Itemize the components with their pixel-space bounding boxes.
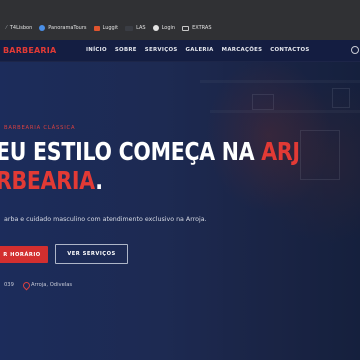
book-appointment-button[interactable]: R HORÁRIO [0, 246, 48, 263]
nav-item-contactos[interactable]: CONTACTOS [270, 47, 309, 53]
bookmark-t4lisbon[interactable]: ⁄ T4Lisbon [6, 25, 32, 31]
hero-title-highlight: ARJ [261, 137, 300, 166]
slash-icon: ⁄ [6, 25, 7, 31]
nav-item-sobre[interactable]: SOBRE [115, 47, 137, 53]
background-frame [300, 130, 340, 180]
view-services-button[interactable]: VER SERVIÇOS [55, 244, 128, 264]
hero-eyebrow: BARBEARIA CLÁSSICA [4, 125, 76, 131]
nav-item-inicio[interactable]: INÍCIO [86, 47, 107, 53]
bookmark-login[interactable]: Login [152, 25, 175, 31]
nav-item-servicos[interactable]: SERVIÇOS [145, 47, 178, 53]
hero-title-dot: . [95, 166, 103, 195]
hero-title-line1: EU ESTILO COMEÇA NA [0, 137, 262, 166]
hero-title: EU ESTILO COMEÇA NA ARJ RBEARIA. [0, 137, 300, 195]
folder-icon [182, 25, 190, 31]
background-shelf [210, 110, 360, 113]
hero-section: BARBEARIA INÍCIO SOBRE SERVIÇOS GALERIA … [0, 40, 360, 360]
bookmark-luggit[interactable]: Luggit [93, 25, 118, 31]
site-logo[interactable]: BARBEARIA [3, 46, 56, 55]
background-frame [332, 88, 350, 108]
bookmark-panoramatours[interactable]: PanoramaTours [39, 25, 87, 31]
hero-meta-location: Arroja, Odivelas [23, 282, 72, 288]
nav-item-marcacoes[interactable]: MARCAÇÕES [222, 47, 263, 53]
bookmark-extras[interactable]: EXTRAS [182, 25, 212, 31]
globe-icon[interactable] [351, 46, 359, 54]
background-frame [252, 94, 274, 110]
las-icon [125, 25, 134, 31]
nav-item-galeria[interactable]: GALERIA [186, 47, 214, 53]
globe-icon [39, 25, 46, 31]
login-icon [152, 25, 159, 31]
nav-menu: INÍCIO SOBRE SERVIÇOS GALERIA MARCAÇÕES … [86, 47, 310, 53]
location-pin-icon [23, 282, 28, 288]
main-nav: BARBEARIA INÍCIO SOBRE SERVIÇOS GALERIA … [0, 40, 360, 62]
background-shelf [200, 80, 360, 83]
bookmarks-bar: ⁄ T4Lisbon PanoramaTours Luggit LAS Logi… [0, 0, 360, 40]
luggit-icon [93, 25, 100, 31]
bookmark-las[interactable]: LAS [125, 25, 146, 31]
hero-subtitle: arba e cuidado masculino com atendimento… [4, 216, 207, 223]
hero-title-line2: RBEARIA [0, 166, 96, 195]
hero-meta-phone: 039 [4, 282, 14, 288]
